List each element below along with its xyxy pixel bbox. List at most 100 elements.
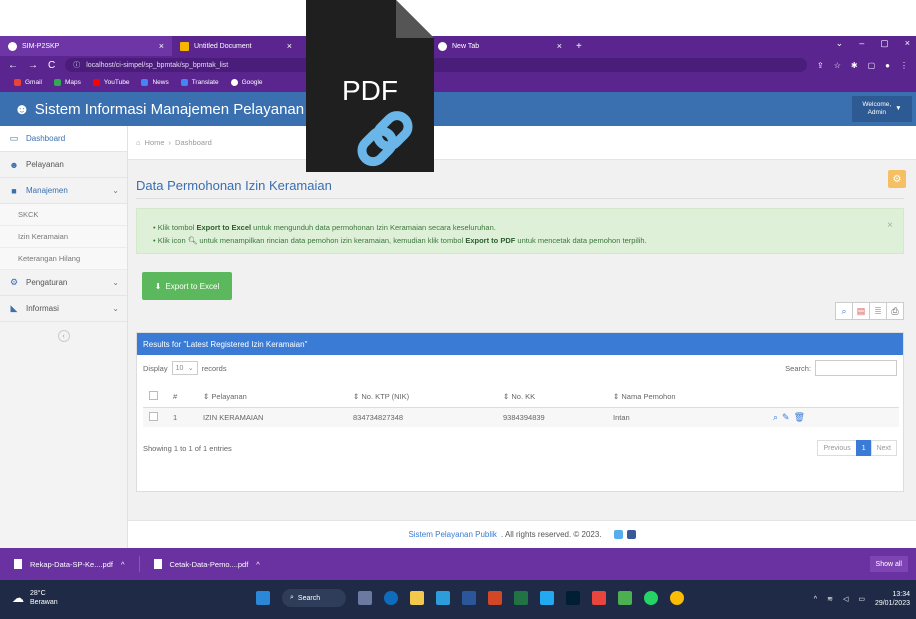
col-ktp[interactable]: ⇕ No. KTP (NIK) [347,387,497,407]
print-icon[interactable]: ⎙ [886,302,904,320]
sidebar-collapse-icon[interactable]: ‹ [57,330,70,342]
facebook-icon[interactable] [626,530,636,539]
edge-icon[interactable] [384,591,398,605]
weather-widget[interactable]: ☁ 28°C Berawan [12,589,58,607]
user-menu-button[interactable]: Welcome, Admin ▼ [852,96,912,122]
chrome-favicon-icon [8,41,17,51]
breadcrumb-separator: › [168,138,172,147]
row-checkbox[interactable] [149,411,158,421]
chevron-up-icon[interactable]: ^ [256,560,260,569]
site-info-icon[interactable]: ⓘ [73,60,80,70]
export-excel-button[interactable]: ⬇ Export to Excel [142,272,232,300]
wifi-icon[interactable]: ≋ [827,595,833,603]
sidebar-subitem-skck[interactable]: SKCK [0,204,127,226]
powerpoint-icon[interactable] [488,591,502,605]
store-icon[interactable] [436,591,450,605]
twitter-icon[interactable] [613,530,623,539]
results-panel: Results for "Latest Registered Izin Kera… [136,332,904,492]
profile-avatar[interactable]: ● [885,61,890,70]
row-pelayanan: IZIN KERAMAIAN [203,412,264,422]
tray-expand-icon[interactable]: ^ [814,596,817,603]
col-number[interactable]: # [167,387,197,407]
chrome-icon[interactable] [670,591,684,605]
bookmark-gmail[interactable]: Gmail [14,79,42,86]
previous-page-button[interactable]: Previous [817,440,857,456]
sidebar-item-dashboard[interactable]: ▭ Dashboard [0,126,127,152]
search-icon[interactable]: ⌕ [835,302,853,320]
reload-icon[interactable]: C [48,60,55,71]
word-icon[interactable] [462,591,476,605]
settings-gear-button[interactable]: ⚙ [888,170,906,188]
tab-new-tab[interactable]: New Tab × [430,36,570,56]
app-icon[interactable] [618,591,632,605]
bookmark-star-icon[interactable]: ☆ [834,61,841,70]
app-icon[interactable] [592,591,606,605]
file-explorer-icon[interactable] [410,591,424,605]
close-tab-icon[interactable]: × [557,41,562,51]
photoshop-icon[interactable] [566,591,580,605]
excel-icon[interactable] [514,591,528,605]
sidepanel-icon[interactable]: ▢ [868,61,876,70]
volume-icon[interactable]: ◁ [843,595,848,603]
task-view-icon[interactable] [358,591,372,605]
back-icon[interactable]: ← [8,60,18,71]
share-icon[interactable]: ⇪ [817,61,824,70]
table-toolbar: ⌕ ▤ ≣ ⎙ [835,302,904,320]
people-icon: ☻ [14,100,30,118]
records-per-page-select[interactable]: 10 ⌄ [171,361,198,375]
sidebar-item-pelayanan[interactable]: ☻ Pelayanan [0,152,127,178]
bookmark-youtube[interactable]: YouTube [92,79,129,86]
col-kk[interactable]: ⇕ No. KK [497,387,607,407]
vscode-icon[interactable] [540,591,554,605]
forward-icon[interactable]: → [28,60,38,71]
bookmark-translate[interactable]: Translate [180,79,219,86]
bookmark-maps[interactable]: Maps [53,79,81,86]
download-icon: ⬇ [154,281,162,291]
windows-start-icon[interactable] [256,591,270,605]
maximize-icon[interactable]: ▢ [880,38,889,49]
new-tab-button[interactable]: + [570,41,582,52]
alert-close-icon[interactable]: × [887,219,893,232]
download-item-rekap[interactable]: Rekap-Data-SP-Ke....pdf ^ [14,559,125,569]
sidebar-item-informasi[interactable]: ◣ Informasi ⌄ [0,296,127,322]
footer-brand-link[interactable]: Sistem Pelayanan Publik [408,530,497,539]
sidebar-subitem-keterangan-hilang[interactable]: Keterangan Hilang [0,248,127,270]
search-input[interactable] [815,360,897,376]
show-all-downloads-button[interactable]: Show all [869,556,908,572]
tab-untitled-document[interactable]: Untitled Document × [172,36,300,56]
tab-search-icon[interactable]: ⌄ [836,38,844,49]
sidebar-item-pengaturan[interactable]: ⚙ Pengaturan ⌄ [0,270,127,296]
table-row: 1 IZIN KERAMAIAN 834734827348 9384394839… [143,407,899,427]
chevron-up-icon[interactable]: ^ [121,560,125,569]
close-window-icon[interactable]: × [905,38,910,49]
tab-sim-p2skp[interactable]: SIM-P2SKP × [0,36,172,56]
next-page-button[interactable]: Next [870,440,897,456]
edit-icon[interactable]: ✎ [782,412,790,423]
minimize-icon[interactable]: – [859,38,864,49]
bookmark-google[interactable]: Google [230,79,263,86]
extensions-icon[interactable]: ✱ [851,61,858,70]
col-pelayanan[interactable]: ⇕ Pelayanan [197,387,347,407]
pdf-icon[interactable]: ▤ [852,302,870,320]
menu-icon[interactable]: ⋮ [900,61,908,70]
page-button-1[interactable]: 1 [855,440,872,456]
view-icon[interactable]: ⌕ [773,412,778,423]
sidebar-item-manajemen[interactable]: ■ Manajemen ⌄ [0,178,127,204]
col-nama[interactable]: ⇕ Nama Pemohon [607,387,767,407]
battery-icon[interactable]: ▭ [858,595,865,603]
search-icon: ⌕ [290,594,294,601]
whatsapp-icon[interactable] [644,591,658,605]
database-icon[interactable]: ≣ [869,302,887,320]
breadcrumb-home[interactable]: Home [145,138,165,147]
clock[interactable]: 13:34 29/01/2023 [875,590,910,608]
taskbar-search[interactable]: ⌕ Search [282,589,346,607]
close-tab-icon[interactable]: × [287,41,292,51]
app-header: ☻ Sistem Informasi Manajemen Pelayanan P… [0,92,916,126]
delete-icon[interactable]: 🗑︎ [794,412,805,423]
gears-icon: ⚙ [9,277,19,287]
close-tab-icon[interactable]: × [159,41,164,51]
select-all-checkbox[interactable] [149,391,158,401]
download-item-cetak[interactable]: Cetak-Data-Pemo....pdf ^ [153,559,260,569]
sidebar-subitem-izin-keramaian[interactable]: Izin Keramaian [0,226,127,248]
bookmark-news[interactable]: News [141,79,169,86]
